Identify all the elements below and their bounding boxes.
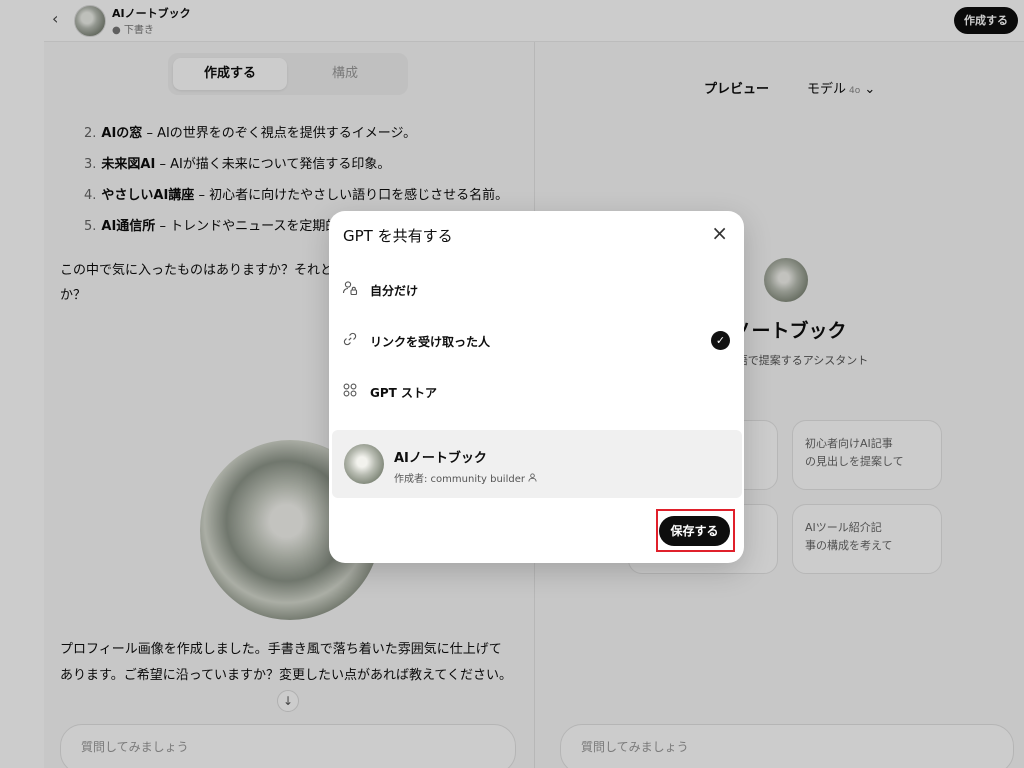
person-lock-icon bbox=[341, 280, 359, 298]
option-label: 自分だけ bbox=[370, 284, 419, 298]
option-label: リンクを受け取った人 bbox=[370, 335, 491, 349]
save-button[interactable]: 保存する bbox=[659, 516, 730, 546]
share-option-link[interactable]: リンクを受け取った人 ✓ bbox=[329, 318, 744, 364]
grid-icon bbox=[341, 382, 359, 400]
gpt-info-card: AIノートブック 作成者: community builder bbox=[332, 430, 742, 498]
link-icon bbox=[341, 331, 359, 349]
person-icon bbox=[528, 473, 537, 485]
option-label: GPT ストア bbox=[370, 386, 438, 400]
check-icon: ✓ bbox=[711, 331, 730, 350]
avatar bbox=[344, 444, 384, 484]
dialog-title: GPT を共有する bbox=[343, 227, 453, 245]
card-author: 作成者: community builder bbox=[394, 470, 537, 485]
card-gpt-name: AIノートブック bbox=[394, 451, 487, 466]
close-icon[interactable]: × bbox=[711, 221, 728, 245]
share-option-store[interactable]: GPT ストア bbox=[329, 369, 744, 415]
share-option-only-me[interactable]: 自分だけ bbox=[329, 267, 744, 313]
share-gpt-dialog: GPT を共有する × 自分だけ リンクを受け取った人 ✓ GPT ストア AI… bbox=[329, 211, 744, 563]
